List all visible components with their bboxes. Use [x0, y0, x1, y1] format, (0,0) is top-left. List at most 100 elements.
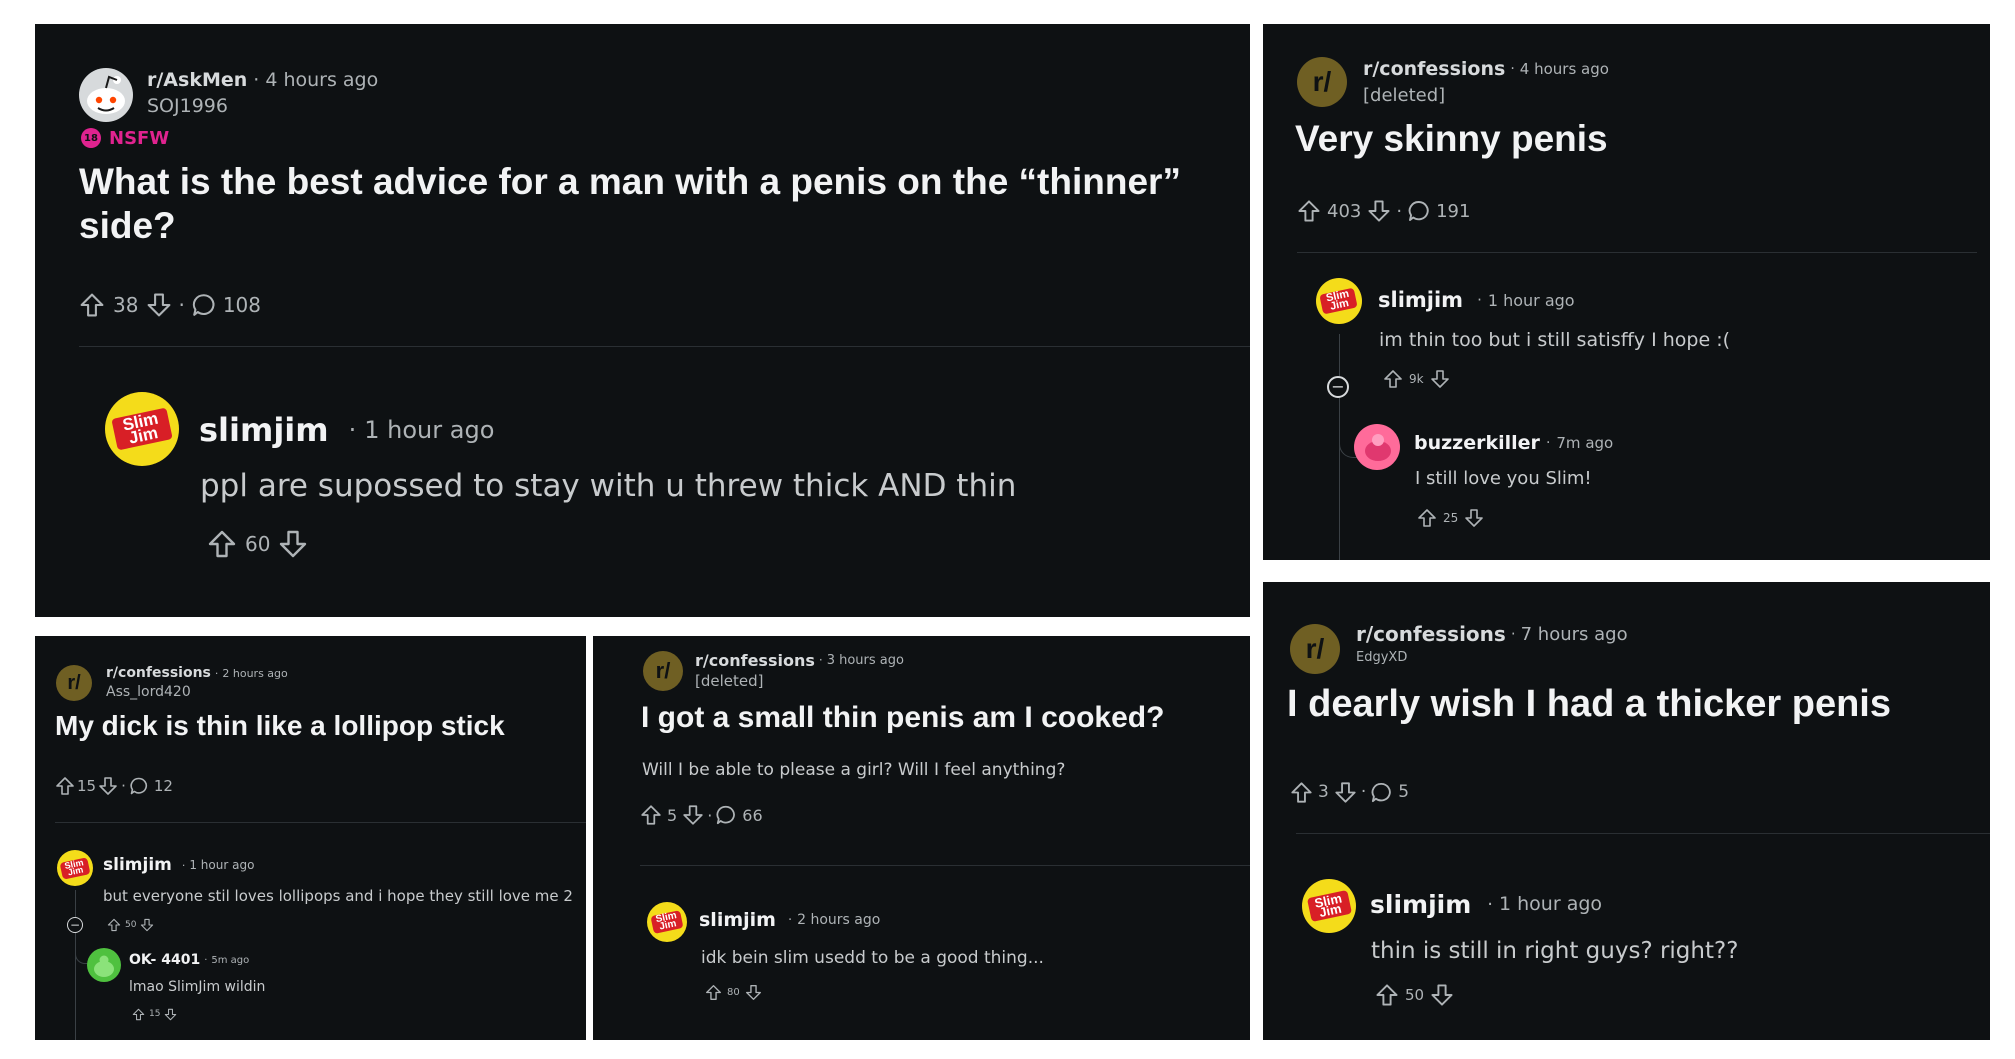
separator-dot: · — [253, 69, 260, 91]
downvote-icon[interactable] — [1430, 369, 1450, 389]
downvote-icon[interactable] — [140, 918, 154, 932]
post-time: 4 hours ago — [1519, 60, 1609, 78]
reply-username[interactable]: OK- 4401 — [129, 952, 200, 968]
upvote-icon[interactable] — [1290, 781, 1313, 804]
comment-username[interactable]: slimjim — [699, 909, 776, 931]
subreddit-avatar[interactable]: r/ — [1297, 57, 1347, 107]
upvote-icon[interactable] — [1297, 199, 1321, 223]
subreddit-link[interactable]: r/confessions — [695, 651, 815, 670]
post-time: 4 hours ago — [265, 69, 379, 91]
downvote-icon[interactable] — [1430, 983, 1454, 1007]
slimjim-avatar[interactable]: Slim Jim — [647, 902, 687, 942]
comment-text: idk bein slim usedd to be a good thing..… — [701, 948, 1044, 968]
comment-time: 1 hour ago — [1499, 893, 1603, 915]
comment-count[interactable]: 108 — [223, 293, 261, 317]
post-author[interactable]: SOJ1996 — [147, 95, 228, 117]
upvote-icon[interactable] — [705, 984, 722, 1001]
comment-time: 1 hour ago — [364, 416, 495, 444]
post-title[interactable]: My dick is thin like a lollipop stick — [55, 708, 505, 744]
separator-dot: · — [204, 954, 208, 966]
vote-count: 3 — [1318, 782, 1329, 802]
downvote-icon[interactable] — [1464, 508, 1484, 528]
collapse-thread-button[interactable]: − — [1327, 376, 1349, 398]
downvote-icon[interactable] — [682, 804, 704, 826]
reply-username[interactable]: buzzerkiller — [1414, 432, 1540, 454]
post-title[interactable]: I dearly wish I had a thicker penis — [1287, 680, 1891, 728]
comment-text: ppl are supossed to stay with u threw th… — [200, 468, 1017, 504]
comment-username[interactable]: slimjim — [103, 855, 172, 875]
upvote-icon[interactable] — [1375, 983, 1399, 1007]
reply-time: 7m ago — [1556, 434, 1614, 452]
post-title[interactable]: I got a small thin penis am I cooked? — [641, 698, 1164, 738]
reply-vote-count: 25 — [1443, 511, 1459, 525]
downvote-icon[interactable] — [745, 984, 762, 1001]
subreddit-link[interactable]: r/AskMen — [147, 69, 247, 91]
upvote-icon[interactable] — [107, 918, 121, 932]
post-title[interactable]: What is the best advice for a man with a… — [79, 160, 1219, 248]
comment-icon[interactable] — [191, 292, 217, 318]
comment-username[interactable]: slimjim — [1370, 890, 1471, 919]
post-title[interactable]: Very skinny penis — [1295, 116, 1608, 162]
post-lollipop-panel: r/ r/confessions · 2 hours ago Ass_lord4… — [35, 636, 586, 1040]
subreddit-avatar[interactable]: r/ — [56, 665, 92, 701]
upvote-icon[interactable] — [1383, 369, 1403, 389]
subreddit-avatar[interactable]: r/ — [1290, 624, 1340, 674]
comment-icon[interactable] — [129, 776, 149, 796]
comment-icon[interactable] — [715, 804, 737, 826]
subreddit-avatar[interactable]: r/ — [643, 651, 683, 691]
post-time: 2 hours ago — [222, 666, 288, 680]
vote-count: 38 — [113, 293, 139, 317]
snoo-avatar[interactable] — [79, 68, 133, 122]
downvote-icon[interactable] — [1334, 781, 1357, 804]
comment-count[interactable]: 191 — [1436, 201, 1470, 222]
subreddit-link[interactable]: r/confessions — [106, 665, 211, 681]
post-author[interactable]: [deleted] — [695, 672, 763, 690]
separator-dot: · — [1477, 291, 1482, 309]
downvote-icon[interactable] — [278, 529, 308, 559]
comment-username[interactable]: slimjim — [199, 411, 329, 449]
slimjim-logo: Slim Jim — [650, 909, 684, 935]
upvote-icon[interactable] — [55, 776, 75, 796]
buzzerkiller-avatar[interactable] — [1354, 424, 1400, 470]
separator-dot: · — [1487, 893, 1493, 915]
upvote-icon[interactable] — [207, 529, 237, 559]
comment-username[interactable]: slimjim — [1378, 288, 1463, 312]
separator-dot: · — [787, 912, 793, 928]
post-author[interactable]: EdgyXD — [1356, 650, 1407, 665]
downvote-icon[interactable] — [98, 776, 118, 796]
reply-vote-count: 15 — [149, 1009, 161, 1019]
upvote-icon[interactable] — [132, 1008, 145, 1021]
slimjim-avatar[interactable]: Slim Jim — [1316, 278, 1362, 324]
comment-icon[interactable] — [1407, 199, 1431, 223]
comment-time: 2 hours ago — [797, 912, 881, 928]
slimjim-avatar[interactable]: Slim Jim — [1302, 879, 1356, 933]
slimjim-logo: Slim Jim — [1306, 890, 1352, 922]
collapse-thread-button[interactable]: − — [67, 917, 83, 933]
comment-vote-count: 60 — [245, 532, 271, 556]
separator-dot: · — [1396, 200, 1403, 222]
comment-count[interactable]: 66 — [742, 806, 762, 825]
separator-dot: · — [1545, 435, 1551, 451]
ok4401-avatar[interactable] — [87, 948, 121, 982]
downvote-icon[interactable] — [1367, 199, 1391, 223]
upvote-icon[interactable] — [79, 292, 105, 318]
slimjim-avatar[interactable]: Slim Jim — [105, 392, 179, 466]
post-cooked-panel: r/ r/confessions · 3 hours ago [deleted]… — [593, 636, 1250, 1040]
comment-count[interactable]: 5 — [1398, 782, 1409, 802]
comment-icon[interactable] — [1370, 781, 1393, 804]
post-author[interactable]: Ass_lord420 — [106, 684, 191, 700]
subreddit-link[interactable]: r/confessions — [1356, 622, 1506, 646]
comment-vote-count: 50 — [1405, 986, 1425, 1004]
separator-dot: · — [121, 777, 126, 795]
thread-line — [75, 890, 76, 1040]
slimjim-avatar[interactable]: Slim Jim — [57, 850, 93, 886]
upvote-icon[interactable] — [640, 804, 662, 826]
subreddit-link[interactable]: r/confessions — [1363, 58, 1505, 80]
upvote-icon[interactable] — [1417, 508, 1437, 528]
downvote-icon[interactable] — [146, 292, 172, 318]
divider — [55, 822, 586, 823]
comment-count[interactable]: 12 — [154, 777, 173, 795]
post-thicker-panel: r/ r/confessions · 7 hours ago EdgyXD I … — [1263, 582, 1990, 1040]
post-author[interactable]: [deleted] — [1363, 85, 1445, 106]
downvote-icon[interactable] — [164, 1008, 177, 1021]
